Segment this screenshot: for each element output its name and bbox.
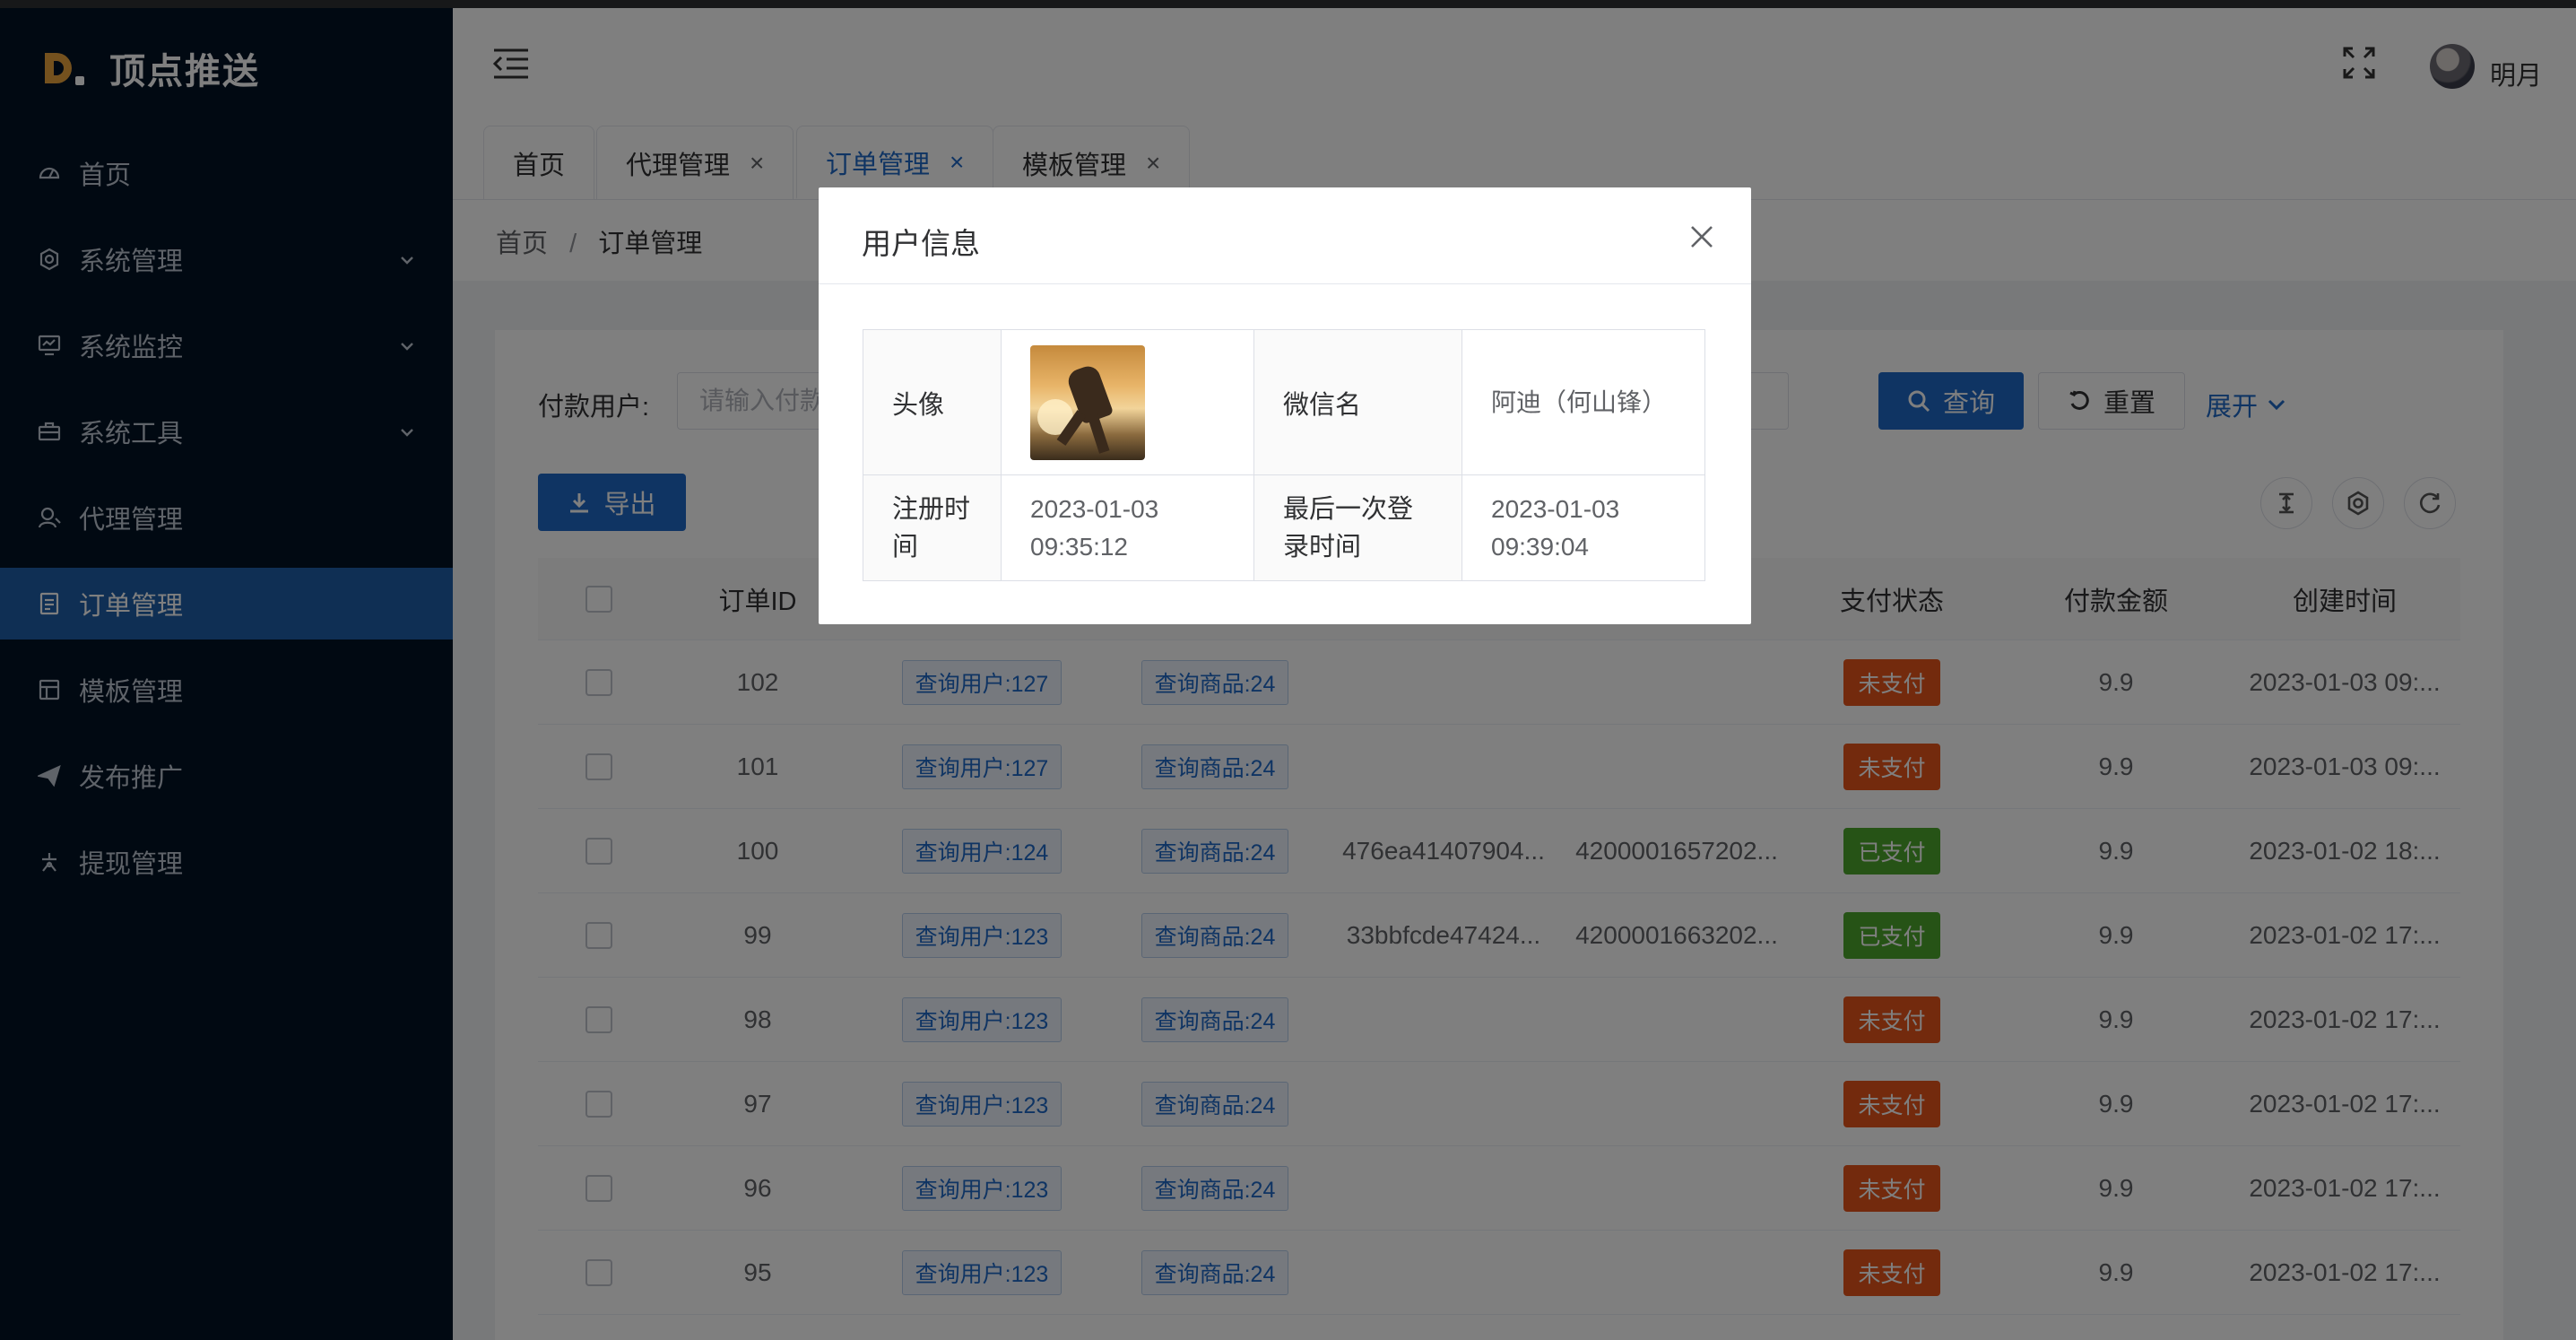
close-icon[interactable] — [1687, 222, 1717, 252]
user-info-table: 头像 微信名 阿迪（何山锋） 注册时间 2023-01-03 09:35:12 … — [863, 329, 1705, 581]
register-time-label: 注册时间 — [863, 474, 1002, 581]
dialog-title: 用户信息 — [862, 227, 980, 260]
user-avatar-image[interactable] — [1030, 344, 1145, 460]
register-time-value: 2023-01-03 09:35:12 — [1001, 474, 1254, 581]
last-login-label: 最后一次登录时间 — [1253, 474, 1462, 581]
avatar-label: 头像 — [863, 329, 1002, 475]
wechat-name-value: 阿迪（何山锋） — [1461, 329, 1705, 475]
wechat-name-label: 微信名 — [1253, 329, 1462, 475]
last-login-value: 2023-01-03 09:39:04 — [1461, 474, 1705, 581]
dialog-divider — [819, 283, 1751, 284]
user-info-dialog: 用户信息 头像 微信名 阿迪（何山锋） 注册时间 2023-01-03 09:3… — [819, 187, 1751, 624]
